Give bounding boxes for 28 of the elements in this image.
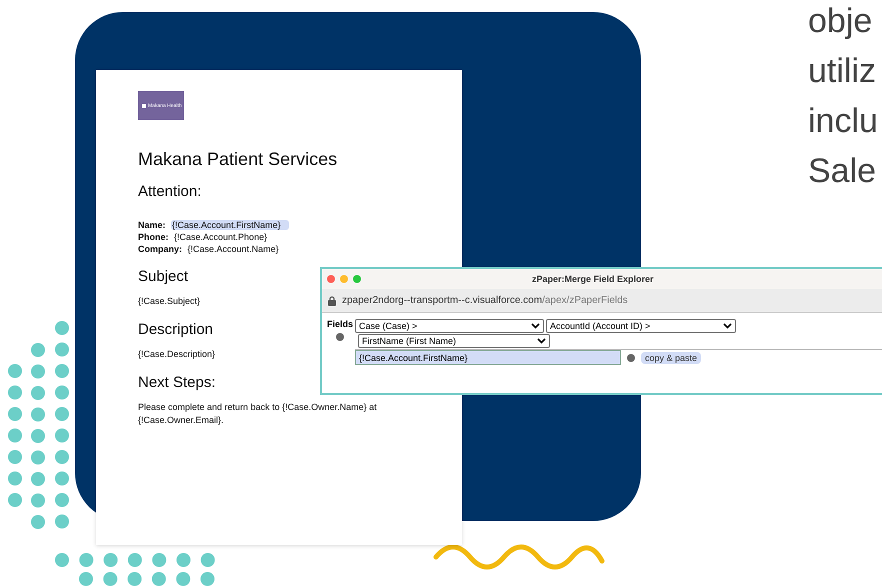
fields-label: Fields xyxy=(327,319,354,329)
chevron-icon xyxy=(723,323,732,329)
minimize-icon[interactable] xyxy=(340,275,348,283)
section-text: {!Case.Subject} xyxy=(138,295,200,308)
section-heading: Subject xyxy=(138,268,188,285)
merge-field: {!Case.Account.Phone} xyxy=(174,232,268,242)
section-heading: Next Steps: xyxy=(138,374,216,391)
merge-field: {!Case.Account.FirstName} xyxy=(171,220,289,230)
section-heading: Description xyxy=(138,321,214,338)
side-paragraph: obje utiliz inclu Sale xyxy=(808,1,878,192)
select-field[interactable]: AccountId (Account ID) > xyxy=(546,319,736,333)
copy-hint: copy & paste xyxy=(641,352,702,364)
section-text: Please complete and return back to {!Case.Owner.Name} at {!Case.Owner.Email}. xyxy=(138,401,378,427)
document-title: Makana Patient Services xyxy=(138,149,338,170)
maximize-icon[interactable] xyxy=(353,275,361,283)
field-label: Name: xyxy=(138,220,166,230)
select-field[interactable]: FirstName (First Name) xyxy=(358,334,550,348)
section-heading: Attention: xyxy=(138,183,202,200)
merge-field: {!Case.Account.Name} xyxy=(188,244,279,254)
logo-icon xyxy=(142,104,146,108)
select-field[interactable]: Case (Case) > xyxy=(355,319,544,333)
window-title: zPaper:Merge Field Explorer xyxy=(532,274,654,284)
field-label: Phone: xyxy=(138,232,168,242)
section-text: {!Case.Description} xyxy=(138,348,216,361)
merge-field-input[interactable]: {!Case.Account.FirstName} xyxy=(355,350,622,365)
field-label: Company: xyxy=(138,244,182,254)
close-icon[interactable] xyxy=(327,275,335,283)
lock-icon xyxy=(328,296,336,306)
